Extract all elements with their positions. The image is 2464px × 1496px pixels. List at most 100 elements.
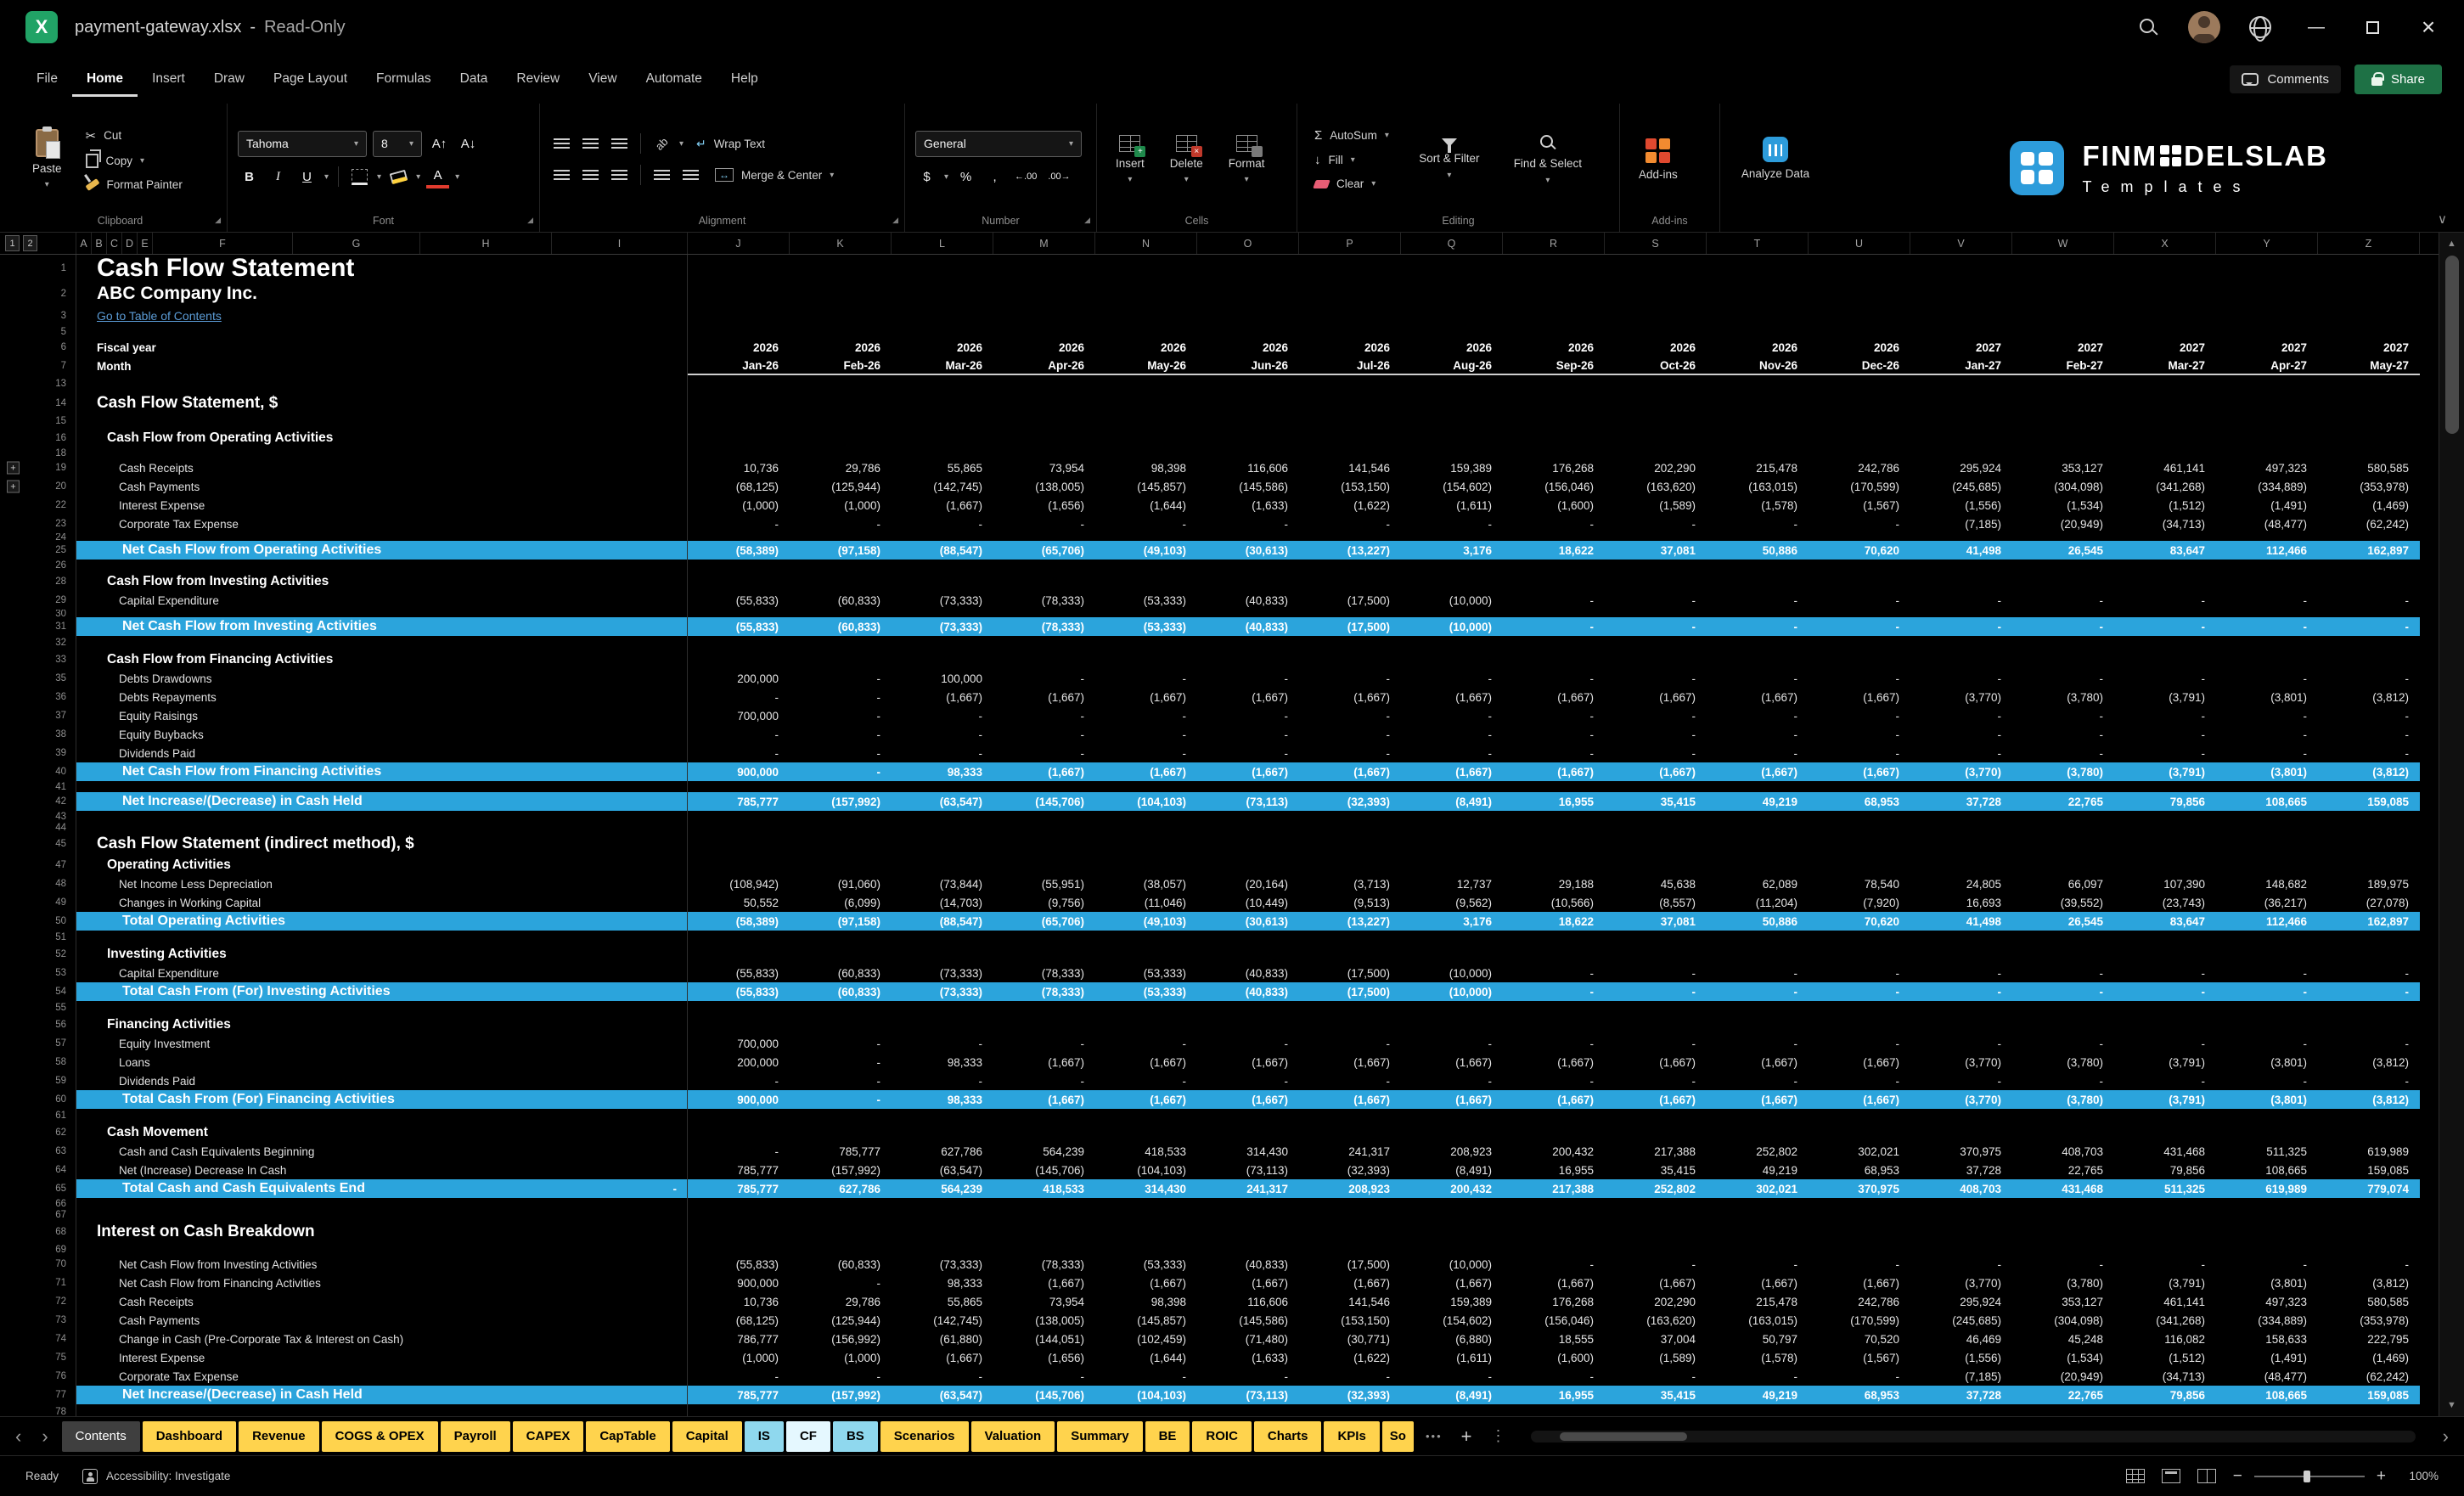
col-header-O[interactable]: O [1197,233,1299,254]
row-label-cell[interactable] [76,781,688,792]
cell-R63[interactable]: 200,432 [1503,1142,1605,1161]
cell-U59[interactable]: - [1809,1071,1910,1090]
cell-S22[interactable]: (1,589) [1605,496,1707,515]
cell-V75[interactable]: (1,556) [1910,1348,2012,1367]
cell-Q75[interactable]: (1,611) [1401,1348,1503,1367]
cell-N71[interactable]: (1,667) [1095,1274,1197,1292]
cell-J53[interactable]: (55,833) [688,964,790,982]
cell-W72[interactable]: 353,127 [2012,1292,2114,1311]
cell-X63[interactable]: 431,468 [2114,1142,2216,1161]
cell-P75[interactable]: (1,622) [1299,1348,1401,1367]
cell-Y35[interactable]: - [2216,669,2318,688]
cell-V60[interactable]: (3,770) [1910,1090,2012,1109]
cell-R76[interactable]: - [1503,1367,1605,1386]
cell-X39[interactable]: - [2114,744,2216,762]
cell-Z54[interactable]: - [2318,982,2420,1001]
fill-color-button[interactable] [387,166,410,188]
cell-T60[interactable]: (1,667) [1707,1090,1809,1109]
cell-M22[interactable]: (1,656) [993,496,1095,515]
more-sheets-button[interactable]: ••• [1420,1430,1448,1443]
cell-J7[interactable]: Jan-26 [688,357,790,375]
cell-N42[interactable]: (104,103) [1095,792,1197,811]
cell-V53[interactable]: - [1910,964,2012,982]
cell-V58[interactable]: (3,770) [1910,1053,2012,1071]
cell-Q54[interactable]: (10,000) [1401,982,1503,1001]
cell-N65[interactable]: 314,430 [1095,1179,1197,1198]
row-header-39[interactable]: 39 [0,744,76,762]
cell-Y77[interactable]: 108,665 [2216,1386,2318,1404]
cell-T73[interactable]: (163,015) [1707,1311,1809,1330]
row-label-cell[interactable]: Cash Flow Statement, $ [76,392,688,414]
cell-N37[interactable]: - [1095,706,1197,725]
cell-X71[interactable]: (3,791) [2114,1274,2216,1292]
cell-T63[interactable]: 252,802 [1707,1142,1809,1161]
row-header-31[interactable]: 31 [0,617,76,636]
cell-S57[interactable]: - [1605,1034,1707,1053]
row-label-cell[interactable] [76,1109,688,1122]
menu-draw[interactable]: Draw [200,61,259,97]
cell-M57[interactable]: - [993,1034,1095,1053]
row-header-54[interactable]: 54 [0,982,76,1001]
menu-view[interactable]: View [574,61,631,97]
cell-O49[interactable]: (10,449) [1197,893,1299,912]
align-bottom-button[interactable] [608,132,631,155]
row-header-51[interactable]: 51 [0,931,76,944]
cell-K31[interactable]: (60,833) [790,617,892,636]
cell-X76[interactable]: (34,713) [2114,1367,2216,1386]
cell-Z64[interactable]: 159,085 [2318,1161,2420,1179]
cell-W42[interactable]: 22,765 [2012,792,2114,811]
toc-link[interactable]: Go to Table of Contents [97,309,222,323]
cell-Y63[interactable]: 511,325 [2216,1142,2318,1161]
cell-K42[interactable]: (157,992) [790,792,892,811]
row-header-15[interactable]: 15 [0,414,76,428]
cell-O71[interactable]: (1,667) [1197,1274,1299,1292]
cell-T53[interactable]: - [1707,964,1809,982]
cell-J72[interactable]: 10,736 [688,1292,790,1311]
cell-K53[interactable]: (60,833) [790,964,892,982]
row-label-cell[interactable]: ABC Company Inc. [76,282,688,306]
sheet-tab-is[interactable]: IS [745,1421,784,1452]
cell-T20[interactable]: (163,015) [1707,477,1809,496]
cell-V65[interactable]: 408,703 [1910,1179,2012,1198]
row-label-cell[interactable]: Operating Activities [76,855,688,875]
cell-X53[interactable]: - [2114,964,2216,982]
cell-W7[interactable]: Feb-27 [2012,357,2114,375]
row-header-76[interactable]: 76 [0,1367,76,1386]
cell-O73[interactable]: (145,586) [1197,1311,1299,1330]
cell-Y37[interactable]: - [2216,706,2318,725]
sheet-tab-cogs-opex[interactable]: COGS & OPEX [322,1421,438,1452]
cell-Y74[interactable]: 158,633 [2216,1330,2318,1348]
cell-T37[interactable]: - [1707,706,1809,725]
share-button[interactable]: Share [2354,65,2442,94]
cell-W73[interactable]: (304,098) [2012,1311,2114,1330]
account-button[interactable] [2180,7,2228,48]
cell-N60[interactable]: (1,667) [1095,1090,1197,1109]
cell-N29[interactable]: (53,333) [1095,591,1197,610]
row-label-cell[interactable]: Cash Flow from Financing Activities [76,650,688,669]
row-label-cell[interactable]: Month [76,357,688,375]
cell-S70[interactable]: - [1605,1255,1707,1274]
merge-center-button[interactable]: ↔Merge & Center▾ [708,165,841,185]
cell-T72[interactable]: 215,478 [1707,1292,1809,1311]
cell-R48[interactable]: 29,188 [1503,875,1605,893]
cell-P31[interactable]: (17,500) [1299,617,1401,636]
cell-U36[interactable]: (1,667) [1809,688,1910,706]
cell-O37[interactable]: - [1197,706,1299,725]
cell-M20[interactable]: (138,005) [993,477,1095,496]
row-header-35[interactable]: 35 [0,669,76,688]
cell-Z53[interactable]: - [2318,964,2420,982]
cell-T31[interactable]: - [1707,617,1809,636]
cell-S25[interactable]: 37,081 [1605,541,1707,560]
cell-N76[interactable]: - [1095,1367,1197,1386]
cell-V57[interactable]: - [1910,1034,2012,1053]
cell-U7[interactable]: Dec-26 [1809,357,1910,375]
cell-O54[interactable]: (40,833) [1197,982,1299,1001]
col-header-G[interactable]: G [293,233,420,254]
cell-Q65[interactable]: 200,432 [1401,1179,1503,1198]
cell-V74[interactable]: 46,469 [1910,1330,2012,1348]
fill-button[interactable]: ↓Fill▾ [1308,149,1396,171]
cell-T59[interactable]: - [1707,1071,1809,1090]
cell-V25[interactable]: 41,498 [1910,541,2012,560]
cell-P65[interactable]: 208,923 [1299,1179,1401,1198]
horizontal-scrollbar[interactable] [1531,1431,2415,1443]
